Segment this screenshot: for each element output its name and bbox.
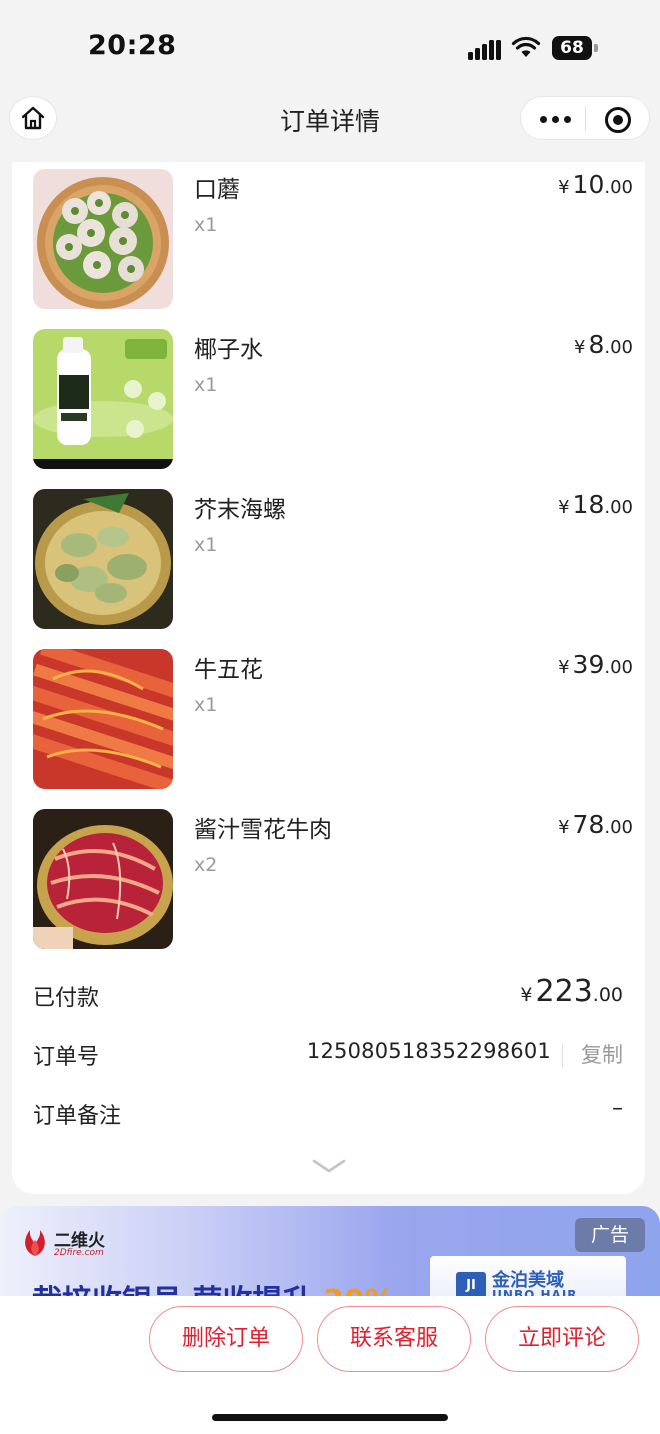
paid-label: 已付款: [33, 986, 100, 1011]
order-remark-label: 订单备注: [33, 1104, 122, 1129]
order-number-row: 订单号 125080518352298601 复制: [33, 1039, 623, 1073]
item-price: ¥78.00: [558, 810, 633, 839]
order-detail-page: 20:28 68 订单详情 口蘑 x1 ¥ 10.00 椰子水 x1 ¥ 8.0…: [0, 0, 660, 1434]
status-time: 20:28: [88, 30, 177, 61]
more-options-icon[interactable]: [535, 97, 575, 141]
contact-service-button[interactable]: 联系客服: [317, 1306, 471, 1372]
item-image-marbled-beef: [33, 809, 173, 949]
order-number-value: 125080518352298601: [306, 1039, 551, 1063]
order-item[interactable]: 口蘑 x1 ¥10.00: [33, 162, 633, 309]
item-image-mushroom: [33, 169, 173, 309]
item-name: 椰子水: [194, 337, 263, 363]
item-name: 芥末海螺: [194, 497, 286, 523]
copy-order-number-button[interactable]: 复制: [581, 1039, 623, 1069]
item-price: ¥39.00: [558, 650, 633, 679]
order-item[interactable]: 芥末海螺 x1 ¥18.00: [33, 482, 633, 629]
item-image-beef-belly: [33, 649, 173, 789]
item-image-wasabi-sea-snail: [33, 489, 173, 629]
order-card: 口蘑 x1 ¥10.00 椰子水 x1 ¥ 8.00 芥末海螺 x1 ¥ 18.…: [12, 162, 645, 1194]
order-item[interactable]: 牛五花 x1 ¥39.00: [33, 642, 633, 789]
bottom-action-bar: 删除订单 联系客服 立即评论: [0, 1296, 660, 1434]
item-quantity: x1: [194, 214, 218, 236]
item-price: ¥10.00: [558, 170, 633, 199]
item-price: ¥18.00: [558, 490, 633, 519]
chevron-down-icon[interactable]: [312, 1158, 346, 1174]
battery-level: 68: [560, 38, 584, 58]
order-remark-row: 订单备注 –: [33, 1096, 623, 1132]
item-quantity: x2: [194, 854, 218, 876]
ad-banner[interactable]: 二维火 2Dfire.com 广告 栽培收银员 营收提升 30% JI 金泊美域…: [0, 1206, 660, 1306]
review-button[interactable]: 立即评论: [485, 1306, 639, 1372]
status-bar: 20:28 68: [0, 0, 660, 96]
item-quantity: x1: [194, 694, 218, 716]
item-quantity: x1: [194, 374, 218, 396]
mini-program-capsule: [520, 96, 650, 140]
cellular-signal-icon: [468, 38, 502, 60]
item-quantity: x1: [194, 534, 218, 556]
order-item[interactable]: 酱汁雪花牛肉 x2 ¥78.00: [33, 802, 633, 949]
item-price: ¥8.00: [574, 330, 633, 359]
flame-logo-icon: [25, 1230, 45, 1256]
paid-row: 已付款 ¥223.00: [33, 974, 623, 1014]
order-number-label: 订单号: [33, 1045, 100, 1070]
paid-amount: ¥223.00: [520, 974, 623, 1009]
nav-bar: 订单详情: [0, 96, 660, 162]
item-image-coconut-water: [33, 329, 173, 469]
ad-brand-logo: 二维火 2Dfire.com: [20, 1226, 110, 1262]
item-name: 口蘑: [194, 177, 240, 203]
battery-icon: 68: [552, 36, 598, 60]
home-indicator[interactable]: [212, 1414, 448, 1421]
delete-order-button[interactable]: 删除订单: [149, 1306, 303, 1372]
item-name: 牛五花: [194, 657, 263, 683]
order-item[interactable]: 椰子水 x1 ¥8.00: [33, 322, 633, 469]
item-name: 酱汁雪花牛肉: [194, 817, 332, 843]
wifi-icon: [511, 36, 541, 57]
order-remark-value: –: [612, 1096, 623, 1121]
ad-brand-domain: 2Dfire.com: [54, 1248, 104, 1258]
ad-label-badge: 广告: [575, 1218, 645, 1252]
close-miniprogram-icon[interactable]: [605, 107, 631, 133]
